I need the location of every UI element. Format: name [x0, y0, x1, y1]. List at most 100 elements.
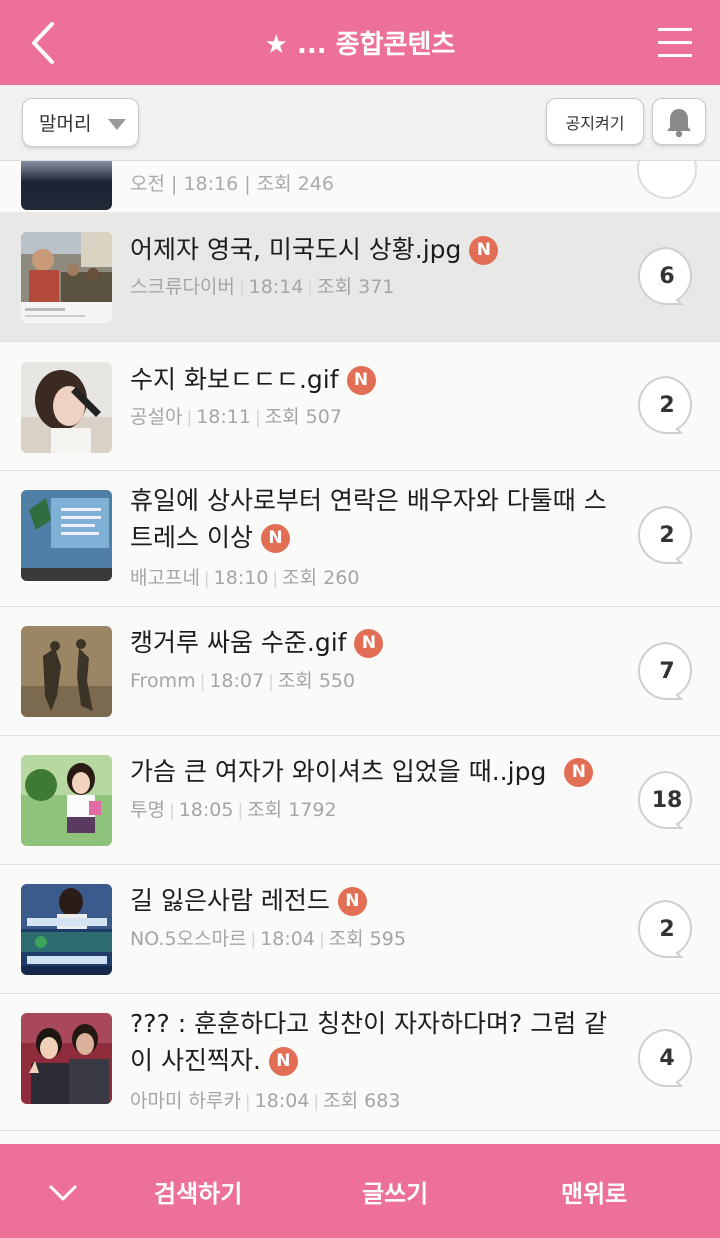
- meta-divider: |: [268, 672, 274, 692]
- list-item[interactable]: 휴일에 상사로부터 연락은 배우자와 다툴때 스트레스 이상 N 배고프네 | 18:…: [0, 471, 720, 607]
- scroll-top-button[interactable]: 맨위로: [561, 1174, 627, 1209]
- post-author: Fromm: [130, 670, 196, 692]
- new-badge: N: [337, 887, 367, 916]
- notification-button[interactable]: [652, 98, 706, 145]
- comment-count-bubble[interactable]: 18: [637, 770, 697, 830]
- comment-count-bubble[interactable]: 2: [637, 375, 697, 435]
- new-badge: N: [346, 366, 376, 395]
- post-time: 18:14: [248, 276, 304, 298]
- post-list: 오전 | 18:16 | 조회 246 어제자 영국, 미국도시 상황.jpg N: [0, 161, 720, 1144]
- post-views: 조회 371: [317, 276, 395, 298]
- search-button[interactable]: 검색하기: [154, 1174, 242, 1209]
- meta-divider: |: [307, 278, 314, 298]
- post-thumbnail: [21, 755, 112, 846]
- post-title-line: 캥거루 싸움 수준.gif N: [130, 624, 620, 661]
- post-meta: NO.5오스마르 | 18:04 | 조회 595: [130, 924, 406, 951]
- post-meta: 오전 | 18:16 | 조회 246: [130, 173, 334, 195]
- write-button[interactable]: 글쓰기: [362, 1174, 428, 1209]
- bell-icon: [667, 108, 691, 137]
- comment-count-bubble[interactable]: 4: [637, 1028, 697, 1088]
- comment-count-bubble[interactable]: 6: [637, 246, 697, 306]
- post-meta: 공설아 | 18:11 | 조회 507: [130, 402, 342, 429]
- list-item[interactable]: 캥거루 싸움 수준.gif N Fromm | 18:07 | 조회 550 7: [0, 607, 720, 736]
- list-item[interactable]: 수지 화보ㄷㄷㄷ.gif N 공설아 | 18:11 | 조회 507 2: [0, 342, 720, 471]
- post-title-line: 어제자 영국, 미국도시 상황.jpg N: [130, 231, 620, 268]
- meta-divider: |: [254, 408, 261, 428]
- new-badge: N: [268, 1047, 298, 1076]
- post-thumbnail: [21, 626, 112, 717]
- meta-divider: |: [250, 930, 257, 950]
- meta-divider: |: [238, 278, 245, 298]
- post-views: 조회 550: [277, 670, 356, 692]
- comment-count-bubble: [637, 161, 697, 199]
- comment-count-bubble[interactable]: 2: [637, 899, 697, 959]
- meta-divider: |: [203, 569, 210, 589]
- post-title-line: 수지 화보ㄷㄷㄷ.gif N: [130, 361, 620, 398]
- hamburger-menu-icon[interactable]: [658, 27, 692, 59]
- meta-divider: |: [168, 801, 175, 821]
- post-meta: 아마미 하루카 | 18:04 | 조회 683: [130, 1086, 400, 1113]
- post-views: 조회 1792: [247, 799, 337, 821]
- post-thumbnail: [21, 232, 112, 323]
- meta-divider: |: [318, 930, 325, 950]
- list-item[interactable]: ??? : 훈훈하다고 칭찬이 자자하다며? 그럼 같이 사진찍자. N 아마미 …: [0, 994, 720, 1131]
- comment-count: 6: [659, 263, 675, 289]
- post-views: 조회 683: [323, 1090, 401, 1112]
- post-author: 공설아: [130, 406, 183, 428]
- post-thumbnail: [21, 884, 112, 975]
- comment-count: 7: [659, 658, 675, 684]
- dropdown-caret-icon: [108, 119, 126, 130]
- new-badge: N: [564, 758, 594, 787]
- comment-count: 4: [659, 1045, 675, 1071]
- post-title: 길 잃은사람 레전드: [130, 886, 330, 915]
- post-title-line: 길 잃은사람 레전드 N: [130, 882, 620, 919]
- notice-toggle-button[interactable]: 공지켜기: [546, 98, 644, 145]
- back-arrow-icon[interactable]: [22, 18, 66, 68]
- chevron-down-icon[interactable]: [48, 1182, 78, 1204]
- list-item[interactable]: 길 잃은사람 레전드 N NO.5오스마르 | 18:04 | 조회 595 2: [0, 865, 720, 994]
- comment-count: 18: [651, 787, 683, 813]
- post-meta: 스크류다이버 | 18:14 | 조회 371: [130, 272, 394, 299]
- post-thumbnail: [21, 1013, 112, 1104]
- post-time: 18:04: [260, 928, 315, 950]
- post-title: 수지 화보ㄷㄷㄷ.gif: [130, 365, 339, 394]
- post-author: 스크류다이버: [130, 276, 235, 298]
- post-author: 배고프네: [130, 567, 200, 589]
- post-title-line: 가슴 큰 여자가 와이셔츠 입었을 때..jpg N: [130, 753, 620, 790]
- head-filter-label: 말머리: [39, 113, 92, 135]
- post-meta: 배고프네 | 18:10 | 조회 260: [130, 563, 359, 590]
- post-time: 18:11: [196, 406, 251, 428]
- list-item[interactable]: 어제자 영국, 미국도시 상황.jpg N 스크류다이버 | 18:14 | 조회 371…: [0, 212, 720, 342]
- board-toolbar: 말머리 공지켜기: [0, 85, 720, 161]
- comment-count-bubble[interactable]: 7: [637, 641, 697, 701]
- post-time: 18:10: [213, 567, 269, 589]
- meta-divider: |: [186, 408, 193, 428]
- top-app-bar: ★ ... 종합콘텐츠: [0, 0, 720, 85]
- new-badge: N: [260, 524, 290, 553]
- meta-divider: |: [272, 569, 279, 589]
- post-views: 조회 507: [264, 406, 342, 428]
- list-item[interactable]: 가슴 큰 여자가 와이셔츠 입었을 때..jpg N 투명 | 18:05 | 조회 17…: [0, 736, 720, 865]
- new-badge: N: [469, 236, 499, 265]
- post-author: NO.5오스마르: [130, 928, 247, 950]
- post-views: 조회 260: [282, 567, 360, 589]
- post-thumbnail: [21, 490, 112, 581]
- comment-count: 2: [659, 916, 675, 942]
- comment-count: 2: [659, 522, 675, 548]
- post-author: 투명: [130, 799, 165, 821]
- post-time: 18:07: [209, 670, 265, 692]
- meta-divider: |: [199, 672, 206, 692]
- post-meta: Fromm | 18:07 | 조회 550: [130, 666, 355, 693]
- post-title: 캥거루 싸움 수준.gif: [130, 628, 347, 657]
- list-item-partial[interactable]: 오전 | 18:16 | 조회 246: [0, 161, 720, 213]
- meta-divider: |: [244, 1092, 251, 1112]
- post-author: 아마미 하루카: [130, 1090, 241, 1112]
- comment-count: 2: [659, 392, 675, 418]
- head-filter-select[interactable]: 말머리: [22, 98, 139, 147]
- post-title: ??? : 훈훈하다고 칭찬이 자자하다며? 그럼 같이 사진찍자.: [130, 1009, 608, 1075]
- post-title: 휴일에 상사로부터 연락은 배우자와 다툴때 스트레스 이상: [130, 486, 607, 552]
- comment-count-bubble[interactable]: 2: [637, 505, 697, 565]
- post-title-line: 휴일에 상사로부터 연락은 배우자와 다툴때 스트레스 이상 N: [130, 482, 620, 556]
- new-badge: N: [354, 629, 384, 658]
- bottom-action-bar: 검색하기 글쓰기 맨위로: [0, 1144, 720, 1238]
